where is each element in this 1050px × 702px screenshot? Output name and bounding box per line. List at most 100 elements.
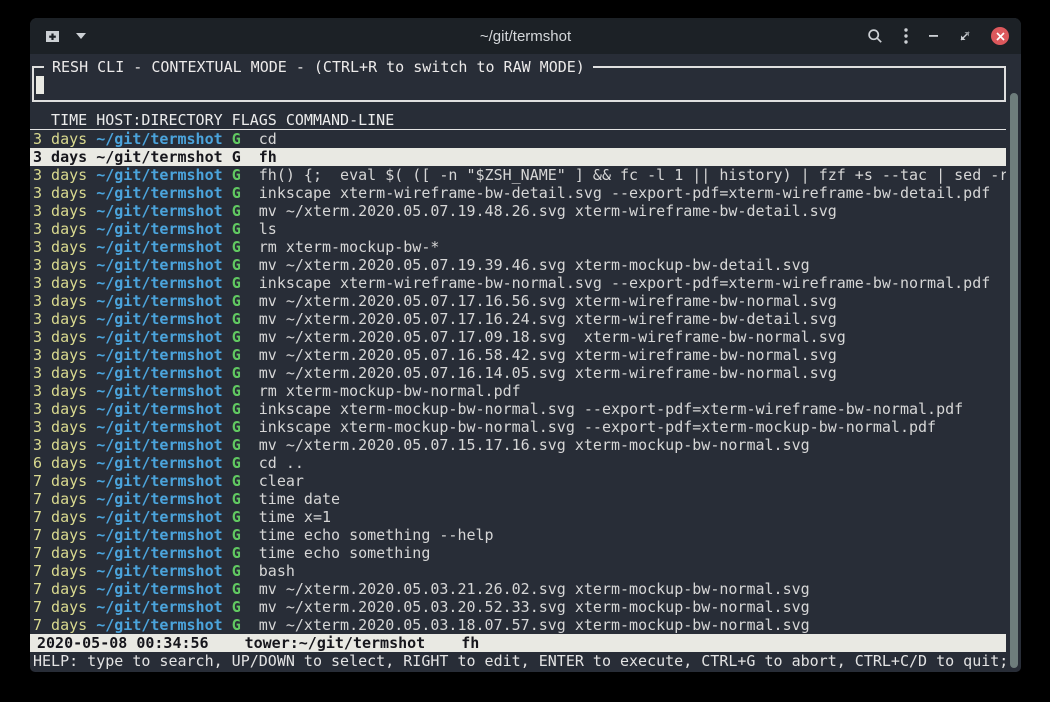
host-directory-cell: ~/git/termshot	[96, 328, 222, 346]
time-cell: 3 days	[33, 166, 87, 184]
flags-cell: G	[232, 490, 241, 508]
table-row[interactable]: 3 days ~/git/termshot G mv ~/xterm.2020.…	[30, 364, 1006, 382]
command-cell: fh	[259, 148, 277, 166]
restore-button[interactable]	[960, 31, 970, 41]
new-tab-button[interactable]	[43, 28, 62, 45]
search-input[interactable]: RESH CLI - CONTEXTUAL MODE - (CTRL+R to …	[32, 66, 1006, 102]
command-cell: rm xterm-mockup-bw-normal.pdf	[259, 382, 521, 400]
table-row[interactable]: 3 days ~/git/termshot G mv ~/xterm.2020.…	[30, 256, 1006, 274]
help-line: HELP: type to search, UP/DOWN to select,…	[30, 652, 1021, 670]
command-cell: mv ~/xterm.2020.05.07.19.48.26.svg xterm…	[259, 202, 837, 220]
flags-cell: G	[232, 184, 241, 202]
host-directory-cell: ~/git/termshot	[96, 166, 222, 184]
resh-box-title: RESH CLI - CONTEXTUAL MODE - (CTRL+R to …	[44, 58, 593, 76]
command-cell: mv ~/xterm.2020.05.03.21.26.02.svg xterm…	[259, 580, 810, 598]
host-directory-cell: ~/git/termshot	[96, 400, 222, 418]
time-cell: 3 days	[33, 364, 87, 382]
flags-cell: G	[232, 130, 241, 148]
time-cell: 3 days	[33, 148, 87, 166]
host-directory-cell: ~/git/termshot	[96, 364, 222, 382]
circle-x-icon	[996, 32, 1005, 41]
time-cell: 7 days	[33, 508, 87, 526]
table-row[interactable]: 3 days ~/git/termshot G mv ~/xterm.2020.…	[30, 310, 1006, 328]
terminal-plus-icon	[43, 28, 62, 45]
table-row[interactable]: 3 days ~/git/termshot G rm xterm-mockup-…	[30, 238, 1006, 256]
table-row[interactable]: 3 days ~/git/termshot G cd	[30, 130, 1006, 148]
time-cell: 7 days	[33, 580, 87, 598]
table-row[interactable]: 7 days ~/git/termshot G time date	[30, 490, 1006, 508]
command-cell: mv ~/xterm.2020.05.03.20.52.33.svg xterm…	[259, 598, 810, 616]
chevron-down-icon	[76, 33, 86, 39]
close-button[interactable]	[991, 27, 1009, 45]
flags-cell: G	[232, 544, 241, 562]
status-bar: 2020-05-08 00:34:56tower:~/git/termshotf…	[30, 634, 1006, 652]
table-row[interactable]: 3 days ~/git/termshot G fh	[30, 148, 1006, 166]
flags-cell: G	[232, 328, 241, 346]
table-row[interactable]: 3 days ~/git/termshot G mv ~/xterm.2020.…	[30, 292, 1006, 310]
flags-cell: G	[232, 166, 241, 184]
time-cell: 3 days	[33, 256, 87, 274]
host-directory-cell: ~/git/termshot	[96, 148, 222, 166]
table-row[interactable]: 3 days ~/git/termshot G inkscape xterm-m…	[30, 400, 1006, 418]
table-row[interactable]: 3 days ~/git/termshot G mv ~/xterm.2020.…	[30, 202, 1006, 220]
table-row[interactable]: 7 days ~/git/termshot G bash	[30, 562, 1006, 580]
table-row[interactable]: 3 days ~/git/termshot G inkscape xterm-w…	[30, 274, 1006, 292]
time-cell: 3 days	[33, 400, 87, 418]
table-row[interactable]: 7 days ~/git/termshot G clear	[30, 472, 1006, 490]
command-cell: clear	[259, 472, 304, 490]
table-row[interactable]: 7 days ~/git/termshot G mv ~/xterm.2020.…	[30, 616, 1006, 634]
table-row[interactable]: 3 days ~/git/termshot G mv ~/xterm.2020.…	[30, 328, 1006, 346]
host-directory-cell: ~/git/termshot	[96, 544, 222, 562]
table-row[interactable]: 6 days ~/git/termshot G cd ..	[30, 454, 1006, 472]
flags-cell: G	[232, 400, 241, 418]
flags-cell: G	[232, 436, 241, 454]
command-cell: cd ..	[259, 454, 304, 472]
scrollbar[interactable]	[1010, 93, 1018, 668]
screenshot-root: ~/git/termshot	[0, 0, 1050, 702]
time-cell: 7 days	[33, 544, 87, 562]
flags-cell: G	[232, 256, 241, 274]
table-row[interactable]: 7 days ~/git/termshot G mv ~/xterm.2020.…	[30, 598, 1006, 616]
host-directory-cell: ~/git/termshot	[96, 598, 222, 616]
dash-icon	[929, 34, 939, 38]
host-directory-cell: ~/git/termshot	[96, 292, 222, 310]
command-cell: cd	[259, 130, 277, 148]
flags-cell: G	[232, 472, 241, 490]
table-row[interactable]: 7 days ~/git/termshot G time echo someth…	[30, 526, 1006, 544]
command-cell: fh() {; eval $( ([ -n "$ZSH_NAME" ] && f…	[259, 166, 1006, 184]
command-cell: inkscape xterm-wireframe-bw-detail.svg -…	[259, 184, 991, 202]
search-button[interactable]	[867, 28, 883, 44]
flags-cell: G	[232, 274, 241, 292]
terminal-window: ~/git/termshot	[30, 18, 1021, 672]
minimize-button[interactable]	[929, 34, 939, 38]
host-directory-cell: ~/git/termshot	[96, 382, 222, 400]
menu-button[interactable]	[904, 28, 908, 44]
table-row[interactable]: 3 days ~/git/termshot G ls	[30, 220, 1006, 238]
table-row[interactable]: 3 days ~/git/termshot G mv ~/xterm.2020.…	[30, 346, 1006, 364]
command-cell: ls	[259, 220, 277, 238]
table-row[interactable]: 7 days ~/git/termshot G time echo someth…	[30, 544, 1006, 562]
flags-cell: G	[232, 148, 241, 166]
time-cell: 7 days	[33, 472, 87, 490]
table-row[interactable]: 3 days ~/git/termshot G mv ~/xterm.2020.…	[30, 436, 1006, 454]
table-row[interactable]: 3 days ~/git/termshot G inkscape xterm-w…	[30, 184, 1006, 202]
flags-cell: G	[232, 220, 241, 238]
host-directory-cell: ~/git/termshot	[96, 184, 222, 202]
command-cell: mv ~/xterm.2020.05.07.17.16.56.svg xterm…	[259, 292, 837, 310]
flags-cell: G	[232, 562, 241, 580]
host-directory-cell: ~/git/termshot	[96, 418, 222, 436]
command-cell: time echo something	[259, 544, 431, 562]
table-row[interactable]: 7 days ~/git/termshot G time x=1	[30, 508, 1006, 526]
time-cell: 3 days	[33, 202, 87, 220]
flags-cell: G	[232, 202, 241, 220]
command-cell: mv ~/xterm.2020.05.03.18.07.57.svg xterm…	[259, 616, 810, 634]
command-cell: mv ~/xterm.2020.05.07.19.39.46.svg xterm…	[259, 256, 810, 274]
host-directory-cell: ~/git/termshot	[96, 202, 222, 220]
table-row[interactable]: 3 days ~/git/termshot G rm xterm-mockup-…	[30, 382, 1006, 400]
table-row[interactable]: 7 days ~/git/termshot G mv ~/xterm.2020.…	[30, 580, 1006, 598]
time-cell: 3 days	[33, 328, 87, 346]
magnifier-icon	[867, 28, 883, 44]
table-row[interactable]: 3 days ~/git/termshot G inkscape xterm-m…	[30, 418, 1006, 436]
tab-dropdown-button[interactable]	[76, 33, 86, 39]
table-row[interactable]: 3 days ~/git/termshot G fh() {; eval $( …	[30, 166, 1006, 184]
